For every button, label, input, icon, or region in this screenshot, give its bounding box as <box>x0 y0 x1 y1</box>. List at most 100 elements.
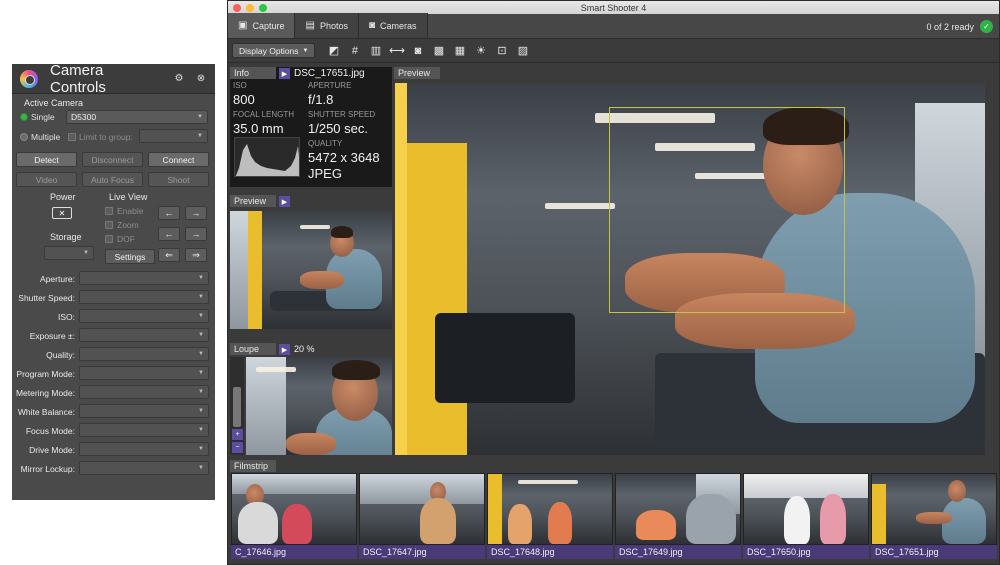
chevron-down-icon: ▼ <box>198 389 204 395</box>
info-play-button[interactable]: ▶ <box>279 68 290 79</box>
autofocus-button[interactable]: Auto Focus <box>82 172 143 187</box>
mirror-lockup-select[interactable]: ▼ <box>79 461 209 475</box>
settings-button[interactable]: Settings <box>105 249 155 264</box>
exposure-select[interactable]: ▼ <box>79 328 209 342</box>
chevron-down-icon: ▼ <box>198 370 204 376</box>
storage-label: Storage <box>50 232 82 242</box>
storage-select[interactable]: ▼ <box>44 246 94 260</box>
filmstrip-thumbnail <box>488 474 612 544</box>
battery-icon: ✕ <box>52 207 72 219</box>
play-icon: ▶ <box>281 70 288 78</box>
filmstrip-title: Filmstrip <box>230 460 276 472</box>
live-view-dof-checkbox[interactable] <box>105 235 113 243</box>
focus-far-button[interactable]: → <box>185 206 207 220</box>
qr-code-icon[interactable]: ▨ <box>516 44 530 58</box>
chevron-down-icon: ▼ <box>302 47 309 54</box>
settings-icon[interactable]: ⚙ <box>173 73 185 85</box>
focus-near-button[interactable]: ← <box>158 206 180 220</box>
tab-photos[interactable]: ▤ Photos <box>295 13 359 38</box>
display-options-button[interactable]: Display Options ▼ <box>232 43 316 58</box>
tab-capture[interactable]: ▣ Capture <box>228 13 296 38</box>
limit-group-label: Limit to group: <box>79 132 133 142</box>
arrow-left-icon: ⇐ <box>165 249 173 260</box>
white-balance-select[interactable]: ▼ <box>79 404 209 418</box>
aperture-select[interactable]: ▼ <box>79 271 209 285</box>
grid-icon[interactable]: # <box>348 44 362 58</box>
zoom-out-button[interactable]: − <box>232 442 243 453</box>
plus-icon: + <box>235 431 240 438</box>
drive-mode-select[interactable]: ▼ <box>79 442 209 456</box>
limit-group-checkbox[interactable] <box>68 133 76 141</box>
single-label: Single <box>31 112 55 122</box>
filmstrip-item[interactable]: DSC_17648.jpg <box>487 473 613 559</box>
loupe-slider-handle[interactable] <box>233 387 241 427</box>
info-filename: DSC_17651.jpg <box>294 68 365 79</box>
preview-play-button[interactable]: ▶ <box>279 196 290 207</box>
focus-mode-select[interactable]: ▼ <box>79 423 209 437</box>
fit-width-icon[interactable]: ⟷ <box>389 44 405 58</box>
filmstrip-filename: DSC_17651.jpg <box>871 545 997 559</box>
info-panel: ISO 800 APERTURE f/1.8 FOCAL LENGTH 35.0… <box>230 67 392 187</box>
live-view-zoom-checkbox[interactable] <box>105 221 113 229</box>
filmstrip-thumbnail <box>872 474 996 544</box>
metering-select[interactable]: ▼ <box>79 385 209 399</box>
focus-near-medium-button[interactable]: ← <box>158 227 180 241</box>
focus-far-small-button[interactable]: ⇒ <box>185 248 207 262</box>
shoot-button[interactable]: Shoot <box>148 172 209 187</box>
contrast-icon[interactable]: ◩ <box>327 44 341 58</box>
camera-controls-panel: Camera Controls ⚙ ⊗ Active Camera Single… <box>12 62 215 500</box>
property-label-quality: Quality: <box>46 350 75 360</box>
chevron-down-icon: ▼ <box>197 133 203 139</box>
filmstrip-filename: C_17646.jpg <box>231 545 357 559</box>
filmstrip-thumbnail <box>360 474 484 544</box>
power-label: Power <box>50 192 76 202</box>
filmstrip-item[interactable]: C_17646.jpg <box>231 473 357 559</box>
histogram-icon[interactable]: ▥ <box>369 44 383 58</box>
iso-select[interactable]: ▼ <box>79 309 209 323</box>
filmstrip-item[interactable]: DSC_17649.jpg <box>615 473 741 559</box>
loupe-play-button[interactable]: ▶ <box>279 344 290 355</box>
camera-select[interactable]: D5300 ▼ <box>66 110 208 124</box>
disconnect-button[interactable]: Disconnect <box>82 152 143 167</box>
detect-button[interactable]: Detect <box>16 152 77 167</box>
video-button[interactable]: Video <box>16 172 77 187</box>
overlay-icon[interactable]: ▩ <box>432 44 446 58</box>
shutter-speed-value: 1/250 sec. <box>308 121 368 136</box>
focus-near-small-button[interactable]: ⇐ <box>158 248 180 262</box>
live-view-enable-checkbox[interactable] <box>105 207 113 215</box>
property-label-exposure: Exposure ±: <box>29 331 75 341</box>
focus-far-medium-button[interactable]: → <box>185 227 207 241</box>
filmstrip-thumbnail <box>232 474 356 544</box>
check-icon: ✓ <box>980 20 993 33</box>
shutter-select[interactable]: ▼ <box>79 290 209 304</box>
filmstrip-item[interactable]: DSC_17651.jpg <box>871 473 997 559</box>
single-radio[interactable] <box>20 113 28 121</box>
crop-icon[interactable]: ⊡ <box>495 44 509 58</box>
brightness-icon[interactable]: ☀ <box>474 44 488 58</box>
connect-button[interactable]: Connect <box>148 152 209 167</box>
tab-cameras[interactable]: ◙ Cameras <box>358 13 428 38</box>
program-select[interactable]: ▼ <box>79 366 209 380</box>
close-icon[interactable]: ⊗ <box>195 73 207 85</box>
camera-icon: ◙ <box>368 20 376 31</box>
property-label-drive: Drive Mode: <box>29 445 75 455</box>
loupe-zoom: 20 % <box>294 344 315 354</box>
property-label-metering: Metering Mode: <box>15 388 75 398</box>
group-select[interactable]: ▼ <box>139 129 208 143</box>
filmstrip-item[interactable]: DSC_17650.jpg <box>743 473 869 559</box>
camera-snapshot-icon[interactable]: ◙ <box>411 44 425 58</box>
filmstrip-filename: DSC_17649.jpg <box>615 545 741 559</box>
app-logo-icon <box>20 69 38 88</box>
multiple-radio[interactable] <box>20 133 28 141</box>
filmstrip-item[interactable]: DSC_17647.jpg <box>359 473 485 559</box>
loupe-image <box>246 357 392 455</box>
window-title: Smart Shooter 4 <box>580 2 647 13</box>
property-label-wb: White Balance: <box>17 407 75 417</box>
checker-icon[interactable]: ▦ <box>453 44 467 58</box>
ready-status-text: 0 of 2 ready <box>926 21 974 32</box>
tab-capture-label: Capture <box>252 20 285 31</box>
quality-select[interactable]: ▼ <box>79 347 209 361</box>
loupe-zoom-slider[interactable]: + − <box>230 357 244 455</box>
quality-label: QUALITY <box>308 139 343 148</box>
zoom-in-button[interactable]: + <box>232 429 243 440</box>
